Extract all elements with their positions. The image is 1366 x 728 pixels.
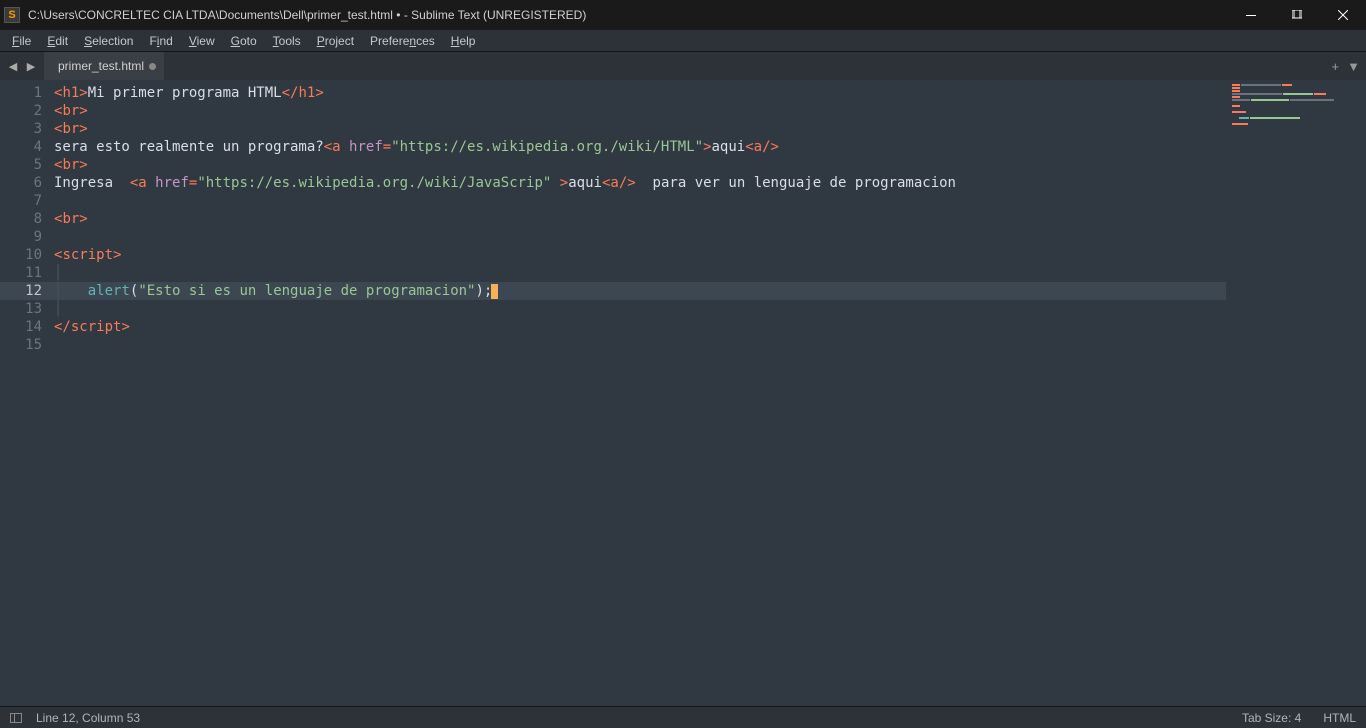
window-controls [1228,0,1366,30]
line-number: 4 [0,138,42,156]
status-bar: Line 12, Column 53 Tab Size: 4 HTML [0,706,1366,728]
line-number: 14 [0,318,42,336]
code-line: │ [54,300,1226,318]
status-position[interactable]: Line 12, Column 53 [36,711,1242,725]
code-line: Ingresa <a href="https://es.wikipedia.or… [54,174,1226,192]
menu-find[interactable]: Find [141,32,180,50]
nav-back-icon[interactable]: ◀ [5,58,21,74]
line-number: 9 [0,228,42,246]
code-line-current: │ alert("Esto si es un lenguaje de progr… [54,282,1226,300]
line-number: 1 [0,84,42,102]
tab-spacer [165,52,1318,80]
code-line: <br> [54,102,1226,120]
tab-menu-icon[interactable]: ▼ [1347,59,1360,74]
title-bar: S C:\Users\CONCRELTEC CIA LTDA\Documents… [0,0,1366,30]
menu-preferences[interactable]: Preferences [362,32,443,50]
minimize-icon [1246,15,1256,16]
line-number-current: 12 [0,282,54,300]
status-tab-size[interactable]: Tab Size: 4 [1242,711,1301,725]
code-line: <br> [54,210,1226,228]
code-line: sera esto realmente un programa?<a href=… [54,138,1226,156]
new-tab-icon[interactable]: + [1332,59,1340,74]
line-number: 3 [0,120,42,138]
status-syntax[interactable]: HTML [1323,711,1356,725]
close-button[interactable] [1320,0,1366,30]
minimize-button[interactable] [1228,0,1274,30]
cursor-icon [491,284,498,299]
code-line: <script> [54,246,1226,264]
menu-goto[interactable]: Goto [223,32,265,50]
code-line: <h1>Mi primer programa HTML</h1> [54,84,1226,102]
menu-project[interactable]: Project [309,32,362,50]
window-title: C:\Users\CONCRELTEC CIA LTDA\Documents\D… [28,8,1228,22]
line-number: 7 [0,192,42,210]
code-line: </script> [54,318,1226,336]
maximize-button[interactable] [1274,0,1320,30]
app-icon: S [4,7,20,23]
tab-actions: + ▼ [1318,52,1366,80]
line-number: 13 [0,300,42,318]
line-number: 10 [0,246,42,264]
nav-forward-icon[interactable]: ▶ [23,58,39,74]
close-icon [1338,10,1348,20]
line-number: 8 [0,210,42,228]
menu-help[interactable]: Help [443,32,484,50]
code-line: │ [54,264,1226,282]
panel-toggle-icon[interactable] [10,713,22,723]
editor-area: 1 2 3 4 5 6 7 8 9 10 11 12 13 14 15 <h1>… [0,80,1366,706]
code-editor[interactable]: <h1>Mi primer programa HTML</h1> <br> <b… [54,80,1226,706]
line-number: 6 [0,174,42,192]
code-line: <br> [54,120,1226,138]
line-number: 15 [0,336,42,354]
gutter: 1 2 3 4 5 6 7 8 9 10 11 12 13 14 15 [0,80,54,706]
line-number: 5 [0,156,42,174]
tab-bar: ◀ ▶ primer_test.html + ▼ [0,52,1366,80]
tab-nav: ◀ ▶ [0,52,44,80]
dirty-indicator-icon [149,63,156,70]
menu-selection[interactable]: Selection [76,32,141,50]
code-line: <br> [54,156,1226,174]
menu-bar: File Edit Selection Find View Goto Tools… [0,30,1366,52]
menu-tools[interactable]: Tools [265,32,309,50]
menu-edit[interactable]: Edit [39,32,76,50]
code-line [54,228,1226,246]
menu-view[interactable]: View [181,32,223,50]
minimap[interactable] [1226,80,1366,706]
tab-label: primer_test.html [58,59,144,73]
maximize-icon [1292,10,1302,20]
line-number: 2 [0,102,42,120]
menu-file[interactable]: File [4,32,39,50]
code-line [54,336,1226,354]
tab-primer-test[interactable]: primer_test.html [44,52,165,80]
code-line [54,192,1226,210]
line-number: 11 [0,264,42,282]
